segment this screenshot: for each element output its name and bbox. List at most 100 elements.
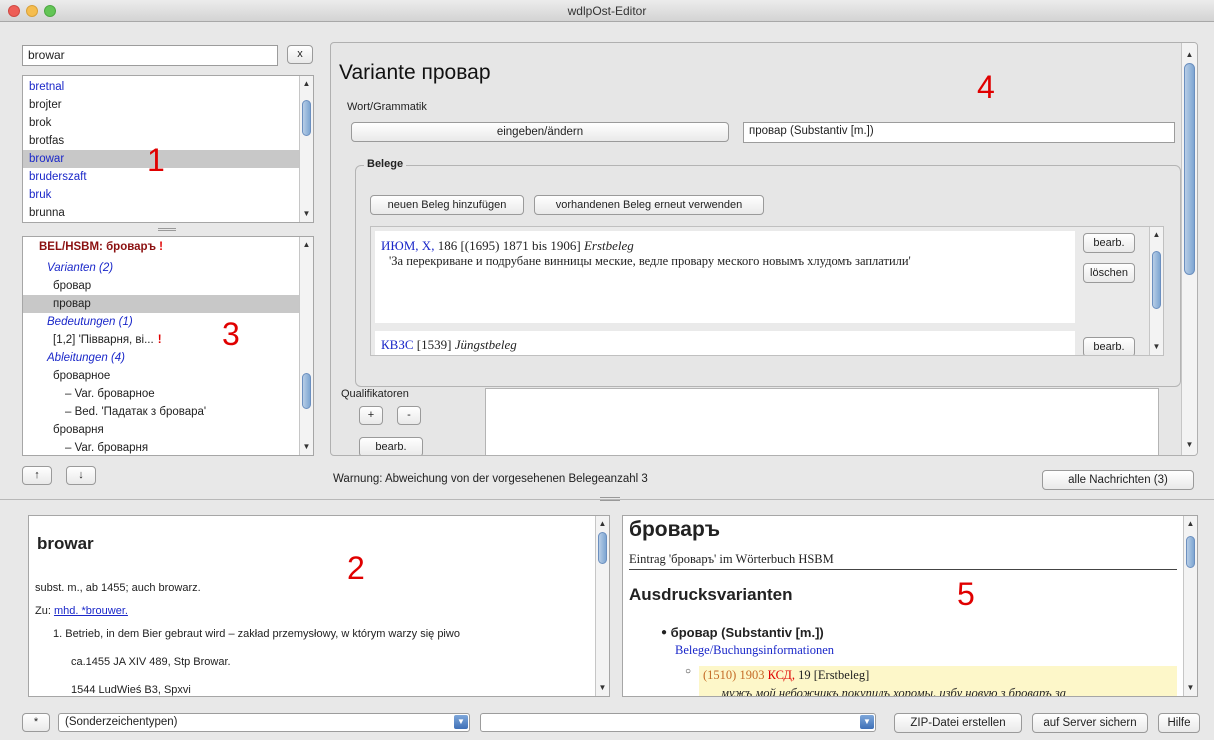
beleg-entry[interactable]: ИЮМ, Х, 186 [(1695) 1871 bis 1906] Erstb… [375,231,1075,323]
scroll-thumb[interactable] [1186,536,1195,568]
tree-item-label: [1,2] 'Півварня, ві... [53,334,154,346]
edit-qualifier-button[interactable]: bearb. [359,437,423,455]
belege-list: ИЮМ, Х, 186 [(1695) 1871 bis 1906] Erstb… [370,226,1164,356]
move-down-button[interactable]: ↓ [66,466,96,485]
scroll-up-icon[interactable]: ▲ [596,518,609,530]
qualifier-list[interactable] [485,388,1159,455]
scroll-up-icon[interactable]: ▲ [300,239,313,251]
dict-sense: 1. Betrieb, in dem Bier gebraut wird – z… [53,628,460,640]
special-char-type-select[interactable]: (Sonderzeichentypen) ▼ [58,713,470,732]
tree-item[interactable]: провар [23,295,299,313]
tree-item[interactable]: броварное [23,367,299,385]
structure-tree: BEL/HSBM: броваръ ! Varianten (2) бровар п… [22,236,314,456]
edit-beleg-button[interactable]: bearb. [1083,337,1135,355]
beleg-info: [1539] [416,337,452,352]
preview-panel: броваръ Eintrag 'броваръ' im Wörterbuch … [622,515,1198,697]
clear-search-button[interactable]: x [287,45,313,64]
belege-scrollbar[interactable]: ▲ ▼ [1149,227,1163,355]
dict-citation: 1544 LudWieś B3, Spxvi [71,684,191,696]
scroll-thumb[interactable] [302,373,311,409]
dict-zu: Zu: mhd. *brouwer. [35,605,128,617]
word-list-item[interactable]: brunna [23,204,299,222]
dictionary-panel: browar subst. m., ab 1455; auch browarz.… [28,515,610,697]
word-list-item[interactable]: bruk [23,186,299,204]
preview-beleg: (1510) 1903 КСД, 19 [Erstbeleg] мужъ мой… [699,666,1177,696]
beleg-entry[interactable]: КВЗС [1539] Jüngstbeleg [375,331,1075,355]
beleg-info: 186 [(1695) 1871 bis 1906] [437,238,581,253]
beleg-source-link[interactable]: КВЗС [381,337,414,352]
scroll-down-icon[interactable]: ▼ [1150,341,1163,353]
scroll-down-icon[interactable]: ▼ [596,682,609,694]
scroll-up-icon[interactable]: ▲ [1182,49,1197,61]
all-messages-button[interactable]: alle Nachrichten (3) [1042,470,1194,490]
search-input[interactable]: browar [22,45,278,66]
word-list-scrollbar[interactable]: ▲ ▼ [299,76,313,222]
special-char-select[interactable]: ▼ [480,713,876,732]
tree-scrollbar[interactable]: ▲ ▼ [299,237,313,455]
edit-beleg-button[interactable]: bearb. [1083,233,1135,253]
tree-item[interactable]: Varianten (2) [23,259,299,277]
editor-title: Variante провар [339,61,491,84]
beleg-quote: 'За перекриване и подрубане винницы меск… [389,254,911,268]
tree-item-label: Ableitungen (4) [47,352,125,364]
tree-item-label: Varianten (2) [47,262,114,274]
beleg-type: Jüngstbeleg [454,337,517,352]
wort-label: Wort/Grammatik [347,101,427,113]
tree-item[interactable]: броварня [23,421,299,439]
tree-item[interactable]: – Var. броварное [23,385,299,403]
tree-item[interactable]: – Bed. 'Падатак з бровара' [23,403,299,421]
editor-scrollbar[interactable]: ▲ ▼ [1181,43,1197,455]
move-up-button[interactable]: ↑ [22,466,52,485]
scroll-down-icon[interactable]: ▼ [300,441,313,453]
tree-item[interactable]: [1,2] 'Півварня, ві...! [23,331,299,349]
reuse-beleg-button[interactable]: vorhandenen Beleg erneut verwenden [534,195,764,215]
tree-item-label: бровар [53,280,92,292]
add-qualifier-button[interactable]: + [359,406,383,425]
word-list-item[interactable]: brok [23,114,299,132]
word-list: bretnal brojter brok brotfas browar brudersza… [22,75,314,223]
special-char-button[interactable]: * [22,713,50,732]
etymology-link[interactable]: mhd. *brouwer. [54,605,128,617]
preview-scrollbar[interactable]: ▲ ▼ [1183,516,1197,696]
beleg-source-link[interactable]: ИЮМ, Х, [381,238,434,253]
word-grammar-field[interactable]: провар (Substantiv [m.]) [743,122,1175,143]
scroll-down-icon[interactable]: ▼ [1184,682,1197,694]
dict-citation: ca.1455 JA XIV 489, Stp Browar. [71,656,231,668]
word-list-item[interactable]: brojter [23,96,299,114]
help-button[interactable]: Hilfe [1158,713,1200,733]
scroll-thumb[interactable] [1152,251,1161,309]
belege-info-link[interactable]: Belege/Buchungsinformationen [675,643,834,658]
preview-variant-label: бровар (Substantiv [m.]) [670,625,824,640]
tree-item[interactable]: Ableitungen (4) [23,349,299,367]
tree-item[interactable]: – Var. броварня [23,439,299,455]
scroll-down-icon[interactable]: ▼ [300,208,313,220]
word-list-item[interactable]: bretnal [23,78,299,96]
scroll-thumb[interactable] [302,100,311,136]
tree-item[interactable]: Bedeutungen (1) [23,313,299,331]
remove-qualifier-button[interactable]: - [397,406,421,425]
dictionary-scrollbar[interactable]: ▲ ▼ [595,516,609,696]
scroll-down-icon[interactable]: ▼ [1182,439,1197,451]
scroll-up-icon[interactable]: ▲ [300,78,313,90]
tree-item-label: – Var. броварня [65,442,149,454]
delete-beleg-button[interactable]: löschen [1083,263,1135,283]
label-4: 4 [977,69,995,105]
add-beleg-button[interactable]: neuen Beleg hinzufügen [370,195,524,215]
tree-item-label: провар [53,298,91,310]
create-zip-button[interactable]: ZIP-Datei erstellen [894,713,1022,733]
tree-header[interactable]: BEL/HSBM: броваръ ! [39,241,163,253]
edit-word-button[interactable]: eingeben/ändern [351,122,729,142]
scroll-up-icon[interactable]: ▲ [1150,229,1163,241]
scroll-thumb[interactable] [1184,63,1195,275]
bullet-icon: ● [661,627,668,638]
dict-grammar: subst. m., ab 1455; auch browarz. [35,582,201,594]
preview-rule [629,569,1177,570]
save-to-server-button[interactable]: auf Server sichern [1032,713,1148,733]
splitter-handle[interactable] [158,228,176,231]
scroll-thumb[interactable] [598,532,607,564]
beleg-rest: 19 [Erstbeleg] [798,668,870,682]
tree-item[interactable]: бровар [23,277,299,295]
splitter-handle[interactable] [600,497,620,501]
belege-legend: Belege [364,158,407,170]
scroll-up-icon[interactable]: ▲ [1184,518,1197,530]
